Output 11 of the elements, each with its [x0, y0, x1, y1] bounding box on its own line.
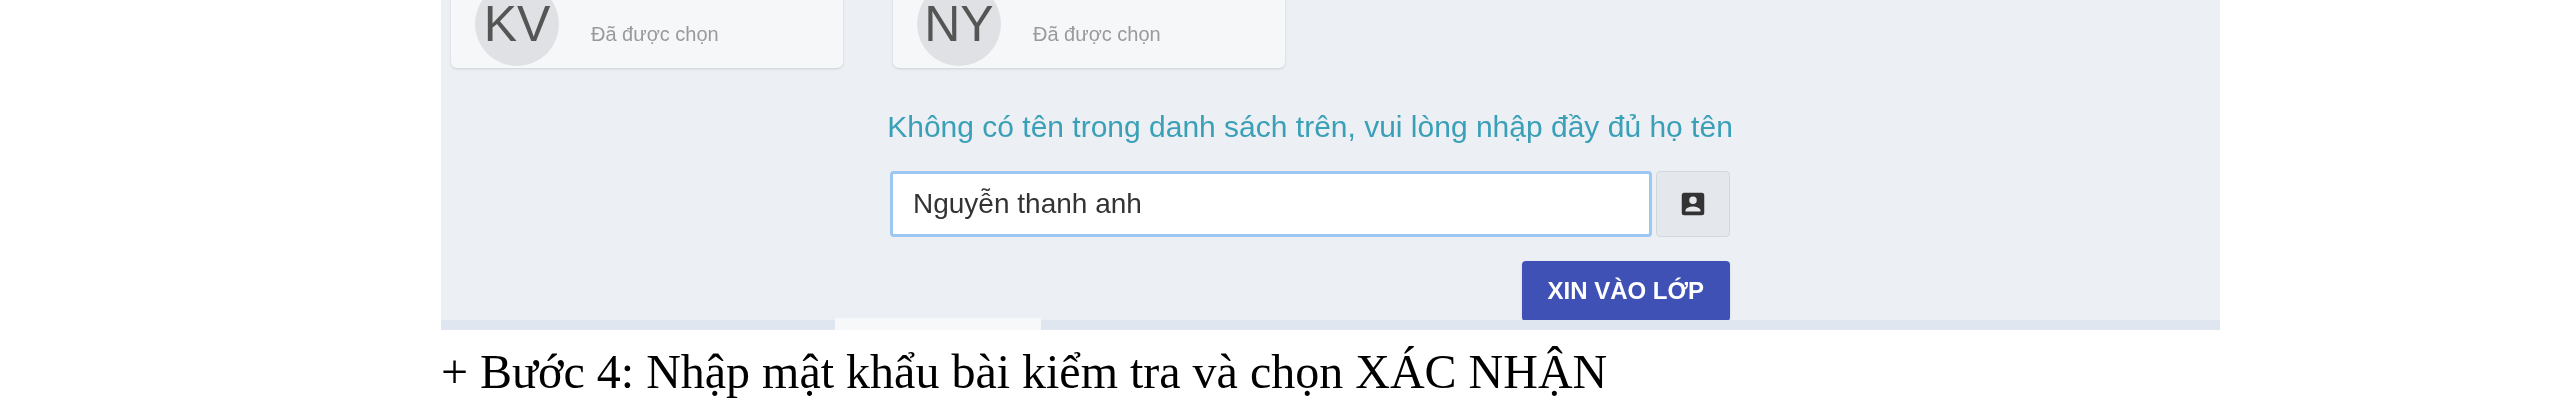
instruction-text: Không có tên trong danh sách trên, vui lòng nhập đầy đủ họ tên	[887, 109, 1733, 145]
status-text: Đã được chọn	[1033, 22, 1161, 47]
avatar-initials: NY	[917, 0, 1001, 66]
student-card[interactable]: KV Đã được chọn	[451, 0, 843, 68]
join-class-button[interactable]: XIN VÀO LỚP	[1521, 261, 1730, 321]
status-text: Đã được chọn	[591, 22, 719, 47]
contact-button[interactable]	[1656, 171, 1730, 237]
student-card[interactable]: NY Đã được chọn	[893, 0, 1285, 68]
caption-text: + Bước 4: Nhập mật khẩu bài kiểm tra và chọn XÁC NHẬN	[441, 344, 1609, 400]
name-field[interactable]: Nguyễn thanh anh	[890, 171, 1652, 237]
avatar-initials: KV	[475, 0, 559, 66]
